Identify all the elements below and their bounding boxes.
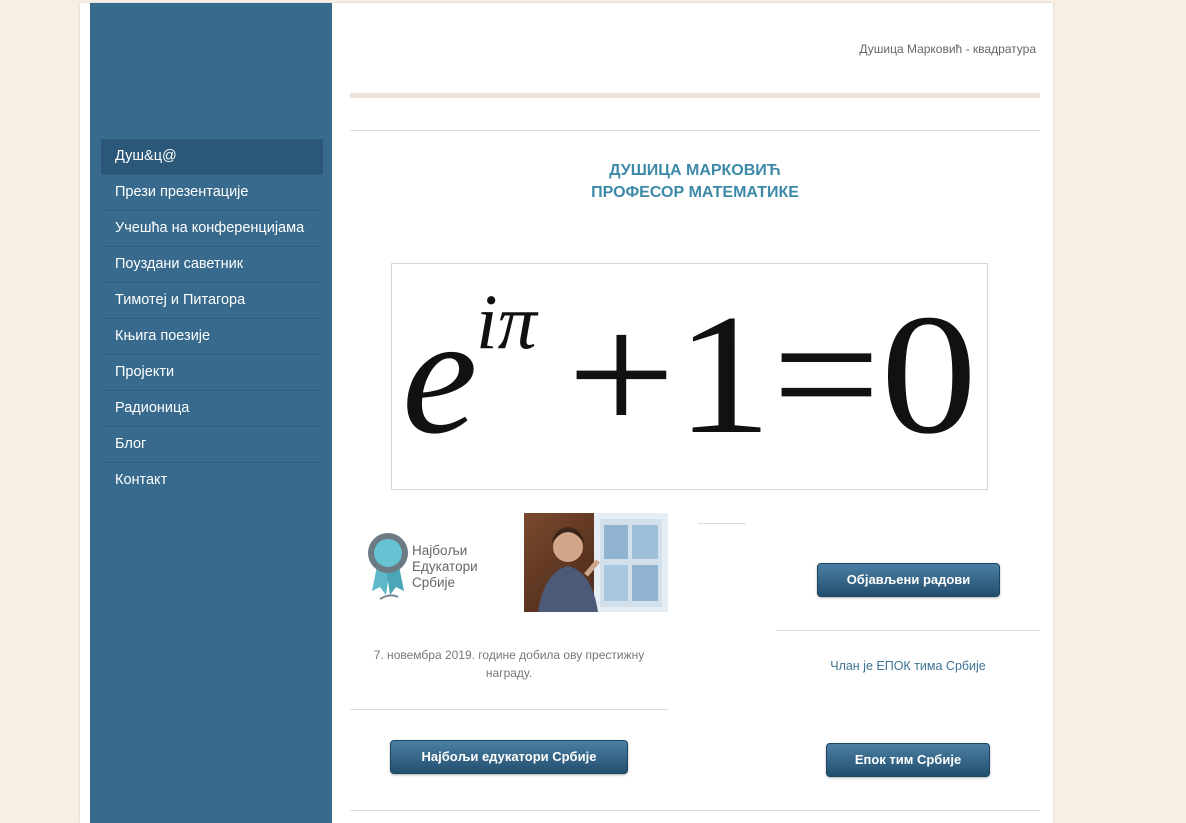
epok-team-button[interactable]: Епок тим Србије — [826, 743, 990, 777]
best-educators-button[interactable]: Најбољи едукатори Србије — [390, 740, 628, 774]
sidebar-item-conferences[interactable]: Учешћа на конференцијама — [101, 211, 323, 247]
divider — [776, 630, 1040, 631]
formula-base: e — [402, 281, 477, 469]
badge-line-3: Србије — [412, 575, 456, 590]
divider — [350, 709, 668, 710]
divider — [350, 810, 1040, 811]
sidebar: Душ&ц@ Прези презентације Учешћа на конф… — [90, 3, 332, 823]
award-photo — [524, 513, 668, 612]
euler-formula-image: e iπ +1=0 — [391, 263, 988, 490]
published-papers-button[interactable]: Објављени радови — [817, 563, 1000, 597]
sidebar-item-projects[interactable]: Пројекти — [101, 355, 323, 391]
header-divider-bar — [350, 93, 1040, 98]
divider — [350, 130, 1040, 131]
title-profession: ПРОФЕСОР МАТЕМАТИКЕ — [591, 184, 799, 201]
page-title: ДУШИЦА МАРКОВИЋ ПРОФЕСОР МАТЕМАТИКЕ — [350, 160, 1040, 204]
sidebar-item-timotej[interactable]: Тимотеј и Питагора — [101, 283, 323, 319]
formula-exponent: iπ — [476, 278, 539, 365]
sidebar-item-blog[interactable]: Блог — [101, 427, 323, 463]
sidebar-item-prezi[interactable]: Прези презентације — [101, 175, 323, 211]
sidebar-item-home[interactable]: Душ&ц@ — [101, 139, 323, 175]
title-name: ДУШИЦА МАРКОВИЋ — [609, 162, 781, 179]
formula-equation: +1=0 — [567, 280, 977, 470]
presentation-photo — [538, 513, 668, 612]
divider — [698, 523, 746, 524]
euler-formula-graphic: e iπ +1=0 — [402, 278, 977, 470]
best-educators-badge: Најбољи Едукатори Србије — [366, 513, 486, 608]
sidebar-item-poetry-book[interactable]: Књига поезије — [101, 319, 323, 355]
sidebar-item-contact[interactable]: Контакт — [101, 463, 323, 498]
sidebar-item-advisor[interactable]: Поуздани саветник — [101, 247, 323, 283]
page-container: Душ&ц@ Прези презентације Учешћа на конф… — [80, 3, 1053, 823]
badge-line-1: Најбољи — [412, 543, 468, 558]
sidebar-nav: Душ&ц@ Прези презентације Учешћа на конф… — [101, 139, 323, 498]
sidebar-item-workshop[interactable]: Радионица — [101, 391, 323, 427]
main-content: Душица Марковић - квадратура ДУШИЦА МАРК… — [350, 3, 1040, 823]
badge-line-2: Едукатори — [412, 559, 478, 574]
site-tagline: Душица Марковић - квадратура — [859, 42, 1036, 56]
award-caption: 7. новембра 2019. године добила ову прес… — [373, 648, 645, 680]
epok-member-link[interactable]: Члан је ЕПОК тима Србије — [776, 659, 1040, 673]
